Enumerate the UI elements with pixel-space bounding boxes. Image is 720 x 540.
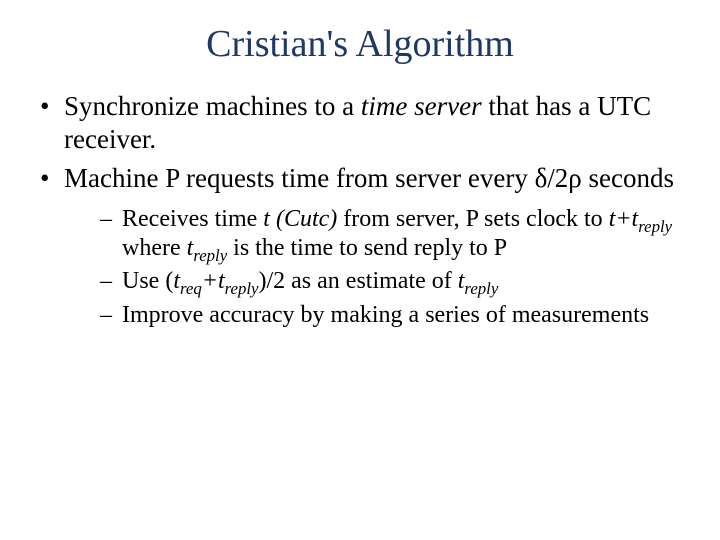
sub-list: Receives time t (Cutc) from server, P se…	[100, 205, 684, 330]
sub-2-c: +t	[202, 268, 225, 294]
sub-1-b: t (Cutc)	[263, 206, 337, 232]
sub-1-reply2: reply	[193, 246, 227, 265]
sub-1: Receives time t (Cutc) from server, P se…	[100, 205, 684, 264]
bullet-2-text: Machine P requests time from server ever…	[64, 163, 674, 193]
sub-2-d: )/2 as an estimate of	[258, 268, 457, 294]
slide: Cristian's Algorithm Synchronize machine…	[0, 0, 720, 540]
sub-1-c: from server, P sets clock to	[337, 206, 608, 232]
sub-1-g: is the time to send reply to P	[227, 235, 507, 261]
sub-3-text: Improve accuracy by making a series of m…	[122, 302, 649, 328]
sub-2-reply: reply	[225, 279, 259, 298]
sub-2-b: t	[173, 268, 180, 294]
sub-3: Improve accuracy by making a series of m…	[100, 301, 684, 330]
sub-1-e: where	[122, 235, 187, 261]
sub-2-a: Use (	[122, 268, 173, 294]
sub-2-req: req	[180, 279, 202, 298]
sub-1-reply1: reply	[638, 217, 672, 236]
sub-1-d: t+t	[609, 206, 639, 232]
sub-2-reply2: reply	[464, 279, 498, 298]
bullet-1-em: time server	[361, 91, 482, 121]
sub-1-a: Receives time	[122, 206, 263, 232]
bullet-1: Synchronize machines to a time server th…	[36, 90, 684, 156]
bullet-list: Synchronize machines to a time server th…	[36, 90, 684, 330]
slide-title: Cristian's Algorithm	[30, 22, 690, 66]
bullet-1-text-a: Synchronize machines to a	[64, 91, 361, 121]
sub-2: Use (treq+treply)/2 as an estimate of tr…	[100, 267, 684, 296]
bullet-2: Machine P requests time from server ever…	[36, 162, 684, 330]
